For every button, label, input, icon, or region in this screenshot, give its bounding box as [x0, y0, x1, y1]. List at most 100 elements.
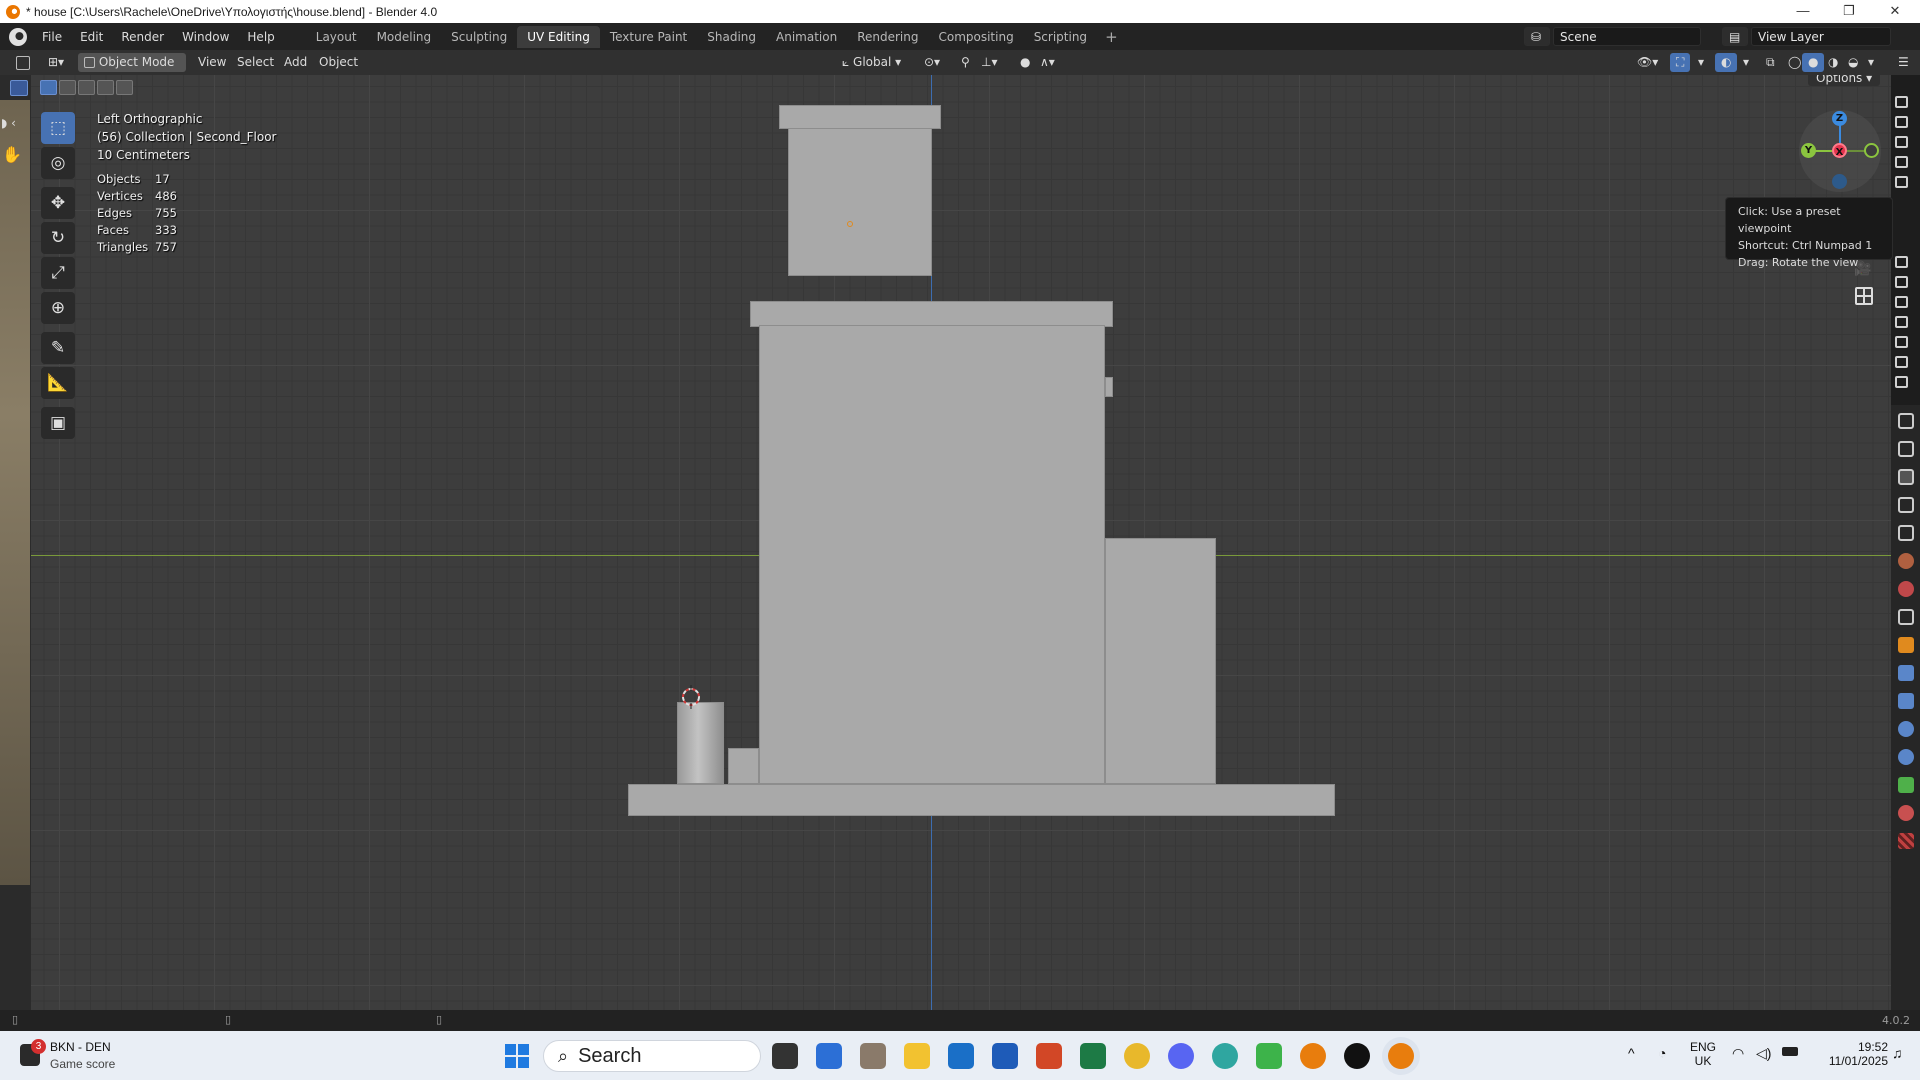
- tool-settings-icon[interactable]: [1897, 441, 1914, 457]
- material-properties-icon[interactable]: [1897, 805, 1914, 821]
- data-properties-icon[interactable]: [1897, 777, 1914, 793]
- transform-tool-icon[interactable]: ⊕: [41, 292, 75, 324]
- cursor-tool-icon[interactable]: ◎: [41, 147, 75, 179]
- cylinder-object[interactable]: [677, 702, 724, 784]
- widget-title[interactable]: BKN - DEN: [50, 1040, 111, 1054]
- view-layer-icon[interactable]: ▤: [1722, 27, 1748, 46]
- view-menu[interactable]: View: [192, 53, 232, 72]
- snap-toggle[interactable]: ⚲: [955, 53, 976, 72]
- minimize-button[interactable]: —: [1780, 0, 1826, 23]
- scene-name-field[interactable]: Scene: [1553, 27, 1701, 46]
- render-visibility-icon[interactable]: [1894, 176, 1908, 188]
- menu-edit[interactable]: Edit: [71, 27, 112, 47]
- edge-icon[interactable]: [1212, 1043, 1238, 1069]
- 3d-viewport[interactable]: 🎥 Options ▾: [31, 75, 1891, 1010]
- task-view-icon[interactable]: [772, 1043, 798, 1069]
- gizmo-dropdown[interactable]: ▾: [1692, 53, 1710, 72]
- render-visibility-icon[interactable]: [1894, 336, 1908, 348]
- select-menu[interactable]: Select: [231, 53, 280, 72]
- select-subtract-icon[interactable]: [78, 80, 95, 95]
- select-box-icon[interactable]: [10, 80, 28, 96]
- render-properties-icon[interactable]: [1897, 469, 1914, 485]
- excel-icon[interactable]: [1080, 1043, 1106, 1069]
- render-visibility-icon[interactable]: [1894, 356, 1908, 368]
- collection-properties-icon[interactable]: [1897, 609, 1914, 625]
- outlook-icon[interactable]: [948, 1043, 974, 1069]
- output-properties-icon[interactable]: [1897, 497, 1914, 513]
- hand-pan-icon[interactable]: ✋: [2, 145, 22, 164]
- chrome-icon[interactable]: [1124, 1043, 1150, 1069]
- word-icon[interactable]: [992, 1043, 1018, 1069]
- render-visibility-icon[interactable]: [1894, 156, 1908, 168]
- gizmo-x-axis[interactable]: X: [1832, 143, 1847, 158]
- gizmo-toggle[interactable]: ⛶: [1670, 53, 1691, 72]
- options-dropdown[interactable]: Options ▾: [1808, 75, 1881, 86]
- menu-file[interactable]: File: [33, 27, 71, 47]
- menu-render[interactable]: Render: [112, 27, 173, 47]
- second-floor-slab[interactable]: [750, 301, 1113, 327]
- tool-properties-icon[interactable]: [1897, 413, 1914, 429]
- select-invert-icon[interactable]: [97, 80, 114, 95]
- gizmo-z-axis[interactable]: Z: [1832, 111, 1847, 126]
- taskbar-search[interactable]: ⌕ Search: [543, 1040, 761, 1072]
- shading-dropdown[interactable]: ▾: [1862, 53, 1880, 72]
- tab-uv-editing[interactable]: UV Editing: [517, 25, 600, 48]
- editor-type-dropdown[interactable]: ⊞▾: [42, 53, 70, 72]
- photos-icon[interactable]: [860, 1043, 886, 1069]
- main-wall-block[interactable]: [759, 325, 1105, 784]
- scene-properties-icon[interactable]: [1897, 553, 1914, 569]
- view-layer-properties-icon[interactable]: [1897, 525, 1914, 541]
- rotate-tool-icon[interactable]: ↻: [41, 222, 75, 254]
- render-visibility-icon[interactable]: [1894, 116, 1908, 128]
- object-menu[interactable]: Object: [313, 53, 364, 72]
- start-button[interactable]: [505, 1044, 529, 1068]
- cgtrader-icon[interactable]: [1256, 1043, 1282, 1069]
- scale-tool-icon[interactable]: ⤢: [41, 257, 75, 289]
- wall-ledge[interactable]: [1105, 377, 1113, 397]
- tab-animation[interactable]: Animation: [766, 26, 847, 48]
- snap-target-dropdown[interactable]: ⊥▾: [975, 53, 1003, 72]
- gizmo-y-axis[interactable]: Y: [1801, 143, 1816, 158]
- tab-shading[interactable]: Shading: [697, 26, 766, 48]
- modifier-properties-icon[interactable]: [1897, 665, 1914, 681]
- tab-rendering[interactable]: Rendering: [847, 26, 928, 48]
- tab-texture-paint[interactable]: Texture Paint: [600, 26, 697, 48]
- select-extend-icon[interactable]: [59, 80, 76, 95]
- add-cube-tool-icon[interactable]: ▣: [41, 407, 75, 439]
- volume-icon[interactable]: ◁): [1756, 1045, 1771, 1062]
- blender-taskbar-icon[interactable]: [1388, 1043, 1414, 1069]
- select-box-tool-icon[interactable]: ⬚: [41, 112, 75, 144]
- powerpoint-icon[interactable]: [1036, 1043, 1062, 1069]
- battery-icon[interactable]: [1782, 1047, 1798, 1056]
- visibility-dropdown[interactable]: 👁▾: [1631, 53, 1664, 72]
- side-annex-block[interactable]: [1105, 538, 1216, 784]
- ground-base-slab[interactable]: [628, 784, 1335, 816]
- render-visibility-icon[interactable]: [1894, 136, 1908, 148]
- clock[interactable]: 19:52 11/01/2025: [1808, 1040, 1888, 1068]
- network-status-icon[interactable]: ◔: [1658, 1045, 1666, 1061]
- wifi-icon[interactable]: ◠: [1732, 1045, 1744, 1062]
- add-menu[interactable]: Add: [278, 53, 313, 72]
- tab-compositing[interactable]: Compositing: [928, 26, 1023, 48]
- tab-layout[interactable]: Layout: [306, 26, 367, 48]
- collapse-arrow-icon[interactable]: ◗ ‹: [1, 116, 16, 130]
- xray-toggle[interactable]: ⧉: [1760, 53, 1781, 72]
- select-new-icon[interactable]: [40, 80, 57, 95]
- blender-launcher-icon[interactable]: [1300, 1043, 1326, 1069]
- overlays-dropdown[interactable]: ▾: [1737, 53, 1755, 72]
- notifications-bell-icon[interactable]: ♫: [1892, 1045, 1903, 1061]
- render-visibility-icon[interactable]: [1894, 96, 1908, 108]
- discord-icon[interactable]: [1168, 1043, 1194, 1069]
- tiktok-icon[interactable]: [1344, 1043, 1370, 1069]
- pivot-point-dropdown[interactable]: ⊙▾: [918, 53, 946, 72]
- constraint-properties-icon[interactable]: [1897, 749, 1914, 765]
- scene-selector-icon[interactable]: ⛁: [1524, 27, 1550, 46]
- language-indicator[interactable]: ENG UK: [1690, 1040, 1716, 1068]
- tab-modeling[interactable]: Modeling: [367, 26, 442, 48]
- menu-window[interactable]: Window: [173, 27, 238, 47]
- annotate-tool-icon[interactable]: ✎: [41, 332, 75, 364]
- close-button[interactable]: ✕: [1872, 0, 1918, 23]
- blender-logo-icon[interactable]: [9, 27, 27, 46]
- add-workspace-button[interactable]: +: [1097, 28, 1126, 46]
- show-hidden-icons[interactable]: ^: [1628, 1045, 1635, 1061]
